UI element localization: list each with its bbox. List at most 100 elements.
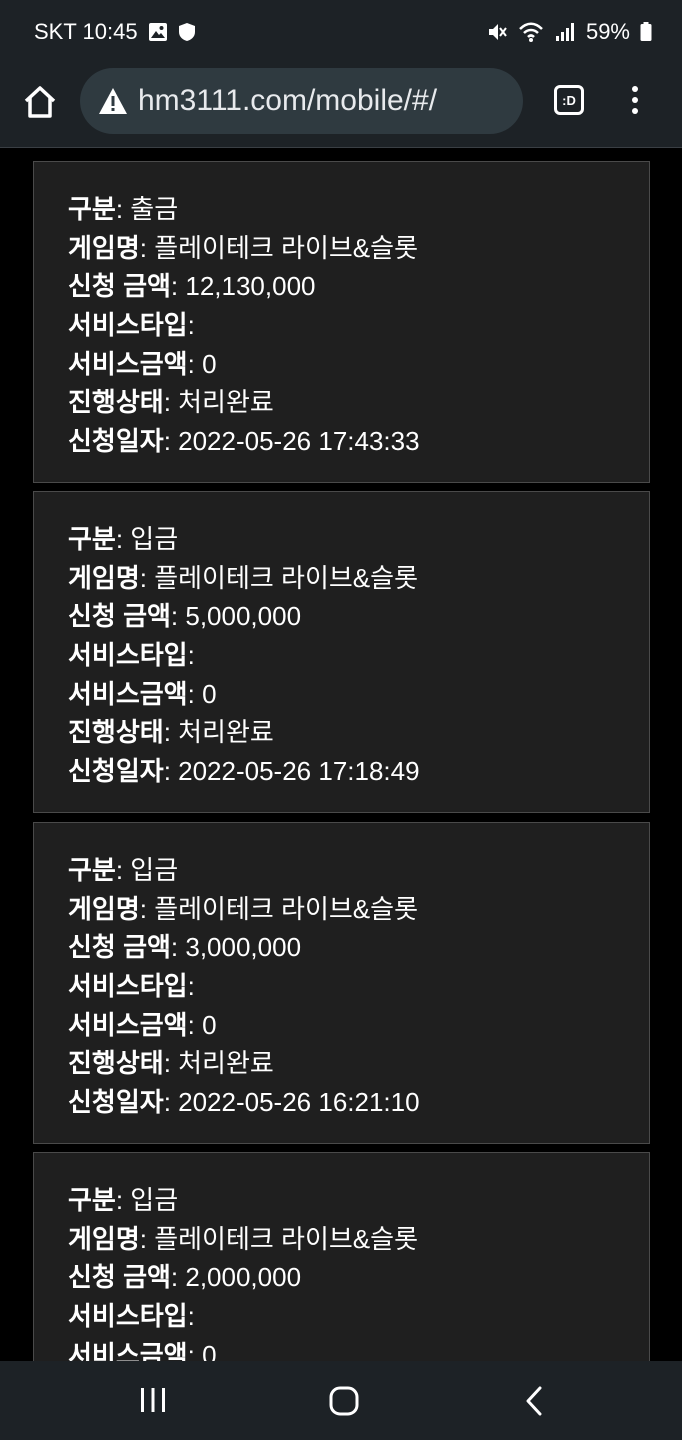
service-type-row: 서비스타입: xyxy=(68,1301,195,1332)
status-right: 59% xyxy=(486,19,652,45)
game-value: 플레이테크 라이브&슬롯 xyxy=(154,893,418,924)
type-label: 구분 xyxy=(68,194,116,224)
type-label: 구분 xyxy=(68,1185,116,1215)
type-row: 구분: 입금 xyxy=(68,524,179,554)
home-nav-icon[interactable] xyxy=(328,1385,360,1417)
amount-value: 12,130,000 xyxy=(185,271,316,302)
game-label: 게임명 xyxy=(68,562,140,593)
date-label: 신청일자 xyxy=(68,756,164,787)
type-value: 입금 xyxy=(130,524,179,554)
amount-row: 신청 금액: 12,130,000 xyxy=(68,271,316,302)
status-left: SKT 10:45 xyxy=(34,19,196,45)
battery-percent: 59% xyxy=(585,19,630,44)
type-value: 입금 xyxy=(130,1185,179,1215)
address-bar[interactable]: hm3111.com/mobile/#/ xyxy=(80,68,523,134)
service-type-label: 서비스타입 xyxy=(68,640,188,671)
date-label: 신청일자 xyxy=(68,1087,164,1118)
type-value: 출금 xyxy=(130,194,179,224)
service-amount-row: 서비스금액: 0 xyxy=(68,1009,217,1040)
status-value: 처리완료 xyxy=(178,717,274,748)
status-row: 진행상태: 처리완료 xyxy=(68,1048,274,1079)
back-icon[interactable] xyxy=(522,1385,546,1417)
status-bar: SKT 10:45 59% xyxy=(0,0,682,64)
game-value: 플레이테크 라이브&슬롯 xyxy=(154,232,418,263)
game-label: 게임명 xyxy=(68,893,140,924)
status-row: 진행상태: 처리완료 xyxy=(68,387,274,418)
status-row: 진행상태: 처리완료 xyxy=(68,717,274,748)
amount-value: 2,000,000 xyxy=(185,1262,302,1293)
service-amount-label: 서비스금액 xyxy=(68,1339,188,1361)
amount-label: 신청 금액 xyxy=(68,932,171,963)
amount-label: 신청 금액 xyxy=(68,1262,171,1293)
service-amount-value: 0 xyxy=(202,1009,217,1040)
service-type-label: 서비스타입 xyxy=(68,1301,188,1332)
game-row: 게임명: 플레이테크 라이브&슬롯 xyxy=(68,893,418,924)
service-type-row: 서비스타입: xyxy=(68,640,195,671)
service-type-label: 서비스타입 xyxy=(68,310,188,341)
date-value: 2022-05-26 17:43:33 xyxy=(178,426,420,457)
type-row: 구분: 입금 xyxy=(68,855,179,885)
signal-icon xyxy=(555,23,574,41)
battery-icon xyxy=(640,22,652,41)
transaction-card: 구분: 출금 게임명: 플레이테크 라이브&슬롯 신청 금액: 12,130,0… xyxy=(33,161,650,483)
transaction-card: 구분: 입금 게임명: 플레이테크 라이브&슬롯 신청 금액: 3,000,00… xyxy=(33,822,650,1144)
warning-icon[interactable] xyxy=(98,87,128,115)
date-label: 신청일자 xyxy=(68,426,164,457)
system-nav-bar xyxy=(0,1361,682,1440)
tab-switcher-button[interactable]: :D xyxy=(554,85,584,115)
service-amount-value: 0 xyxy=(202,678,217,709)
status-value: 처리완료 xyxy=(178,387,274,418)
service-amount-label: 서비스금액 xyxy=(68,1009,188,1040)
date-row: 신청일자: 2022-05-26 17:43:33 xyxy=(68,426,420,457)
tab-switcher-label: :D xyxy=(562,92,576,108)
game-row: 게임명: 플레이테크 라이브&슬롯 xyxy=(68,562,418,593)
amount-label: 신청 금액 xyxy=(68,271,171,302)
date-row: 신청일자: 2022-05-26 17:18:49 xyxy=(68,756,420,787)
game-label: 게임명 xyxy=(68,232,140,263)
browser-toolbar: hm3111.com/mobile/#/ :D xyxy=(0,64,682,148)
transaction-list: 구분: 출금 게임명: 플레이테크 라이브&슬롯 신청 금액: 12,130,0… xyxy=(0,149,682,1361)
service-amount-row: 서비스금액: 0 xyxy=(68,678,217,709)
type-row: 구분: 출금 xyxy=(68,194,179,224)
service-amount-label: 서비스금액 xyxy=(68,678,188,709)
amount-label: 신청 금액 xyxy=(68,601,171,632)
more-menu-icon[interactable] xyxy=(628,86,642,118)
date-row: 신청일자: 2022-05-26 16:21:10 xyxy=(68,1087,420,1118)
home-icon[interactable] xyxy=(22,84,58,120)
type-label: 구분 xyxy=(68,524,116,554)
recent-apps-icon[interactable] xyxy=(138,1385,168,1415)
status-label: 진행상태 xyxy=(68,717,164,748)
amount-value: 3,000,000 xyxy=(185,932,302,963)
game-value: 플레이테크 라이브&슬롯 xyxy=(154,562,418,593)
service-amount-label: 서비스금액 xyxy=(68,348,188,379)
mute-icon xyxy=(488,24,507,40)
status-label: 진행상태 xyxy=(68,1048,164,1079)
amount-value: 5,000,000 xyxy=(185,601,302,632)
service-amount-row: 서비스금액: 0 xyxy=(68,1336,649,1361)
amount-row: 신청 금액: 3,000,000 xyxy=(68,932,302,963)
game-row: 게임명: 플레이테크 라이브&슬롯 xyxy=(68,232,418,263)
carrier-time: SKT 10:45 xyxy=(34,19,138,44)
status-value: 처리완료 xyxy=(178,1048,274,1079)
service-amount-value: 0 xyxy=(202,1339,217,1361)
wifi-icon xyxy=(519,22,543,42)
date-value: 2022-05-26 16:21:10 xyxy=(178,1087,420,1118)
service-type-row: 서비스타입: xyxy=(68,310,195,341)
service-amount-value: 0 xyxy=(202,348,217,379)
type-value: 입금 xyxy=(130,855,179,885)
service-type-row: 서비스타입: xyxy=(68,971,195,1002)
type-label: 구분 xyxy=(68,855,116,885)
service-amount-row: 서비스금액: 0 xyxy=(68,348,217,379)
transaction-card: 구분: 입금 게임명: 플레이테크 라이브&슬롯 신청 금액: 5,000,00… xyxy=(33,491,650,813)
shield-icon xyxy=(178,23,195,41)
gallery-icon xyxy=(148,23,167,41)
status-label: 진행상태 xyxy=(68,387,164,418)
game-label: 게임명 xyxy=(68,1223,140,1254)
transaction-card: 구분: 입금 게임명: 플레이테크 라이브&슬롯 신청 금액: 2,000,00… xyxy=(33,1152,650,1361)
amount-row: 신청 금액: 5,000,000 xyxy=(68,601,302,632)
service-type-label: 서비스타입 xyxy=(68,971,188,1002)
type-row: 구분: 입금 xyxy=(68,1185,179,1215)
date-value: 2022-05-26 17:18:49 xyxy=(178,756,420,787)
url-text[interactable]: hm3111.com/mobile/#/ xyxy=(138,84,437,118)
game-value: 플레이테크 라이브&슬롯 xyxy=(154,1223,418,1254)
